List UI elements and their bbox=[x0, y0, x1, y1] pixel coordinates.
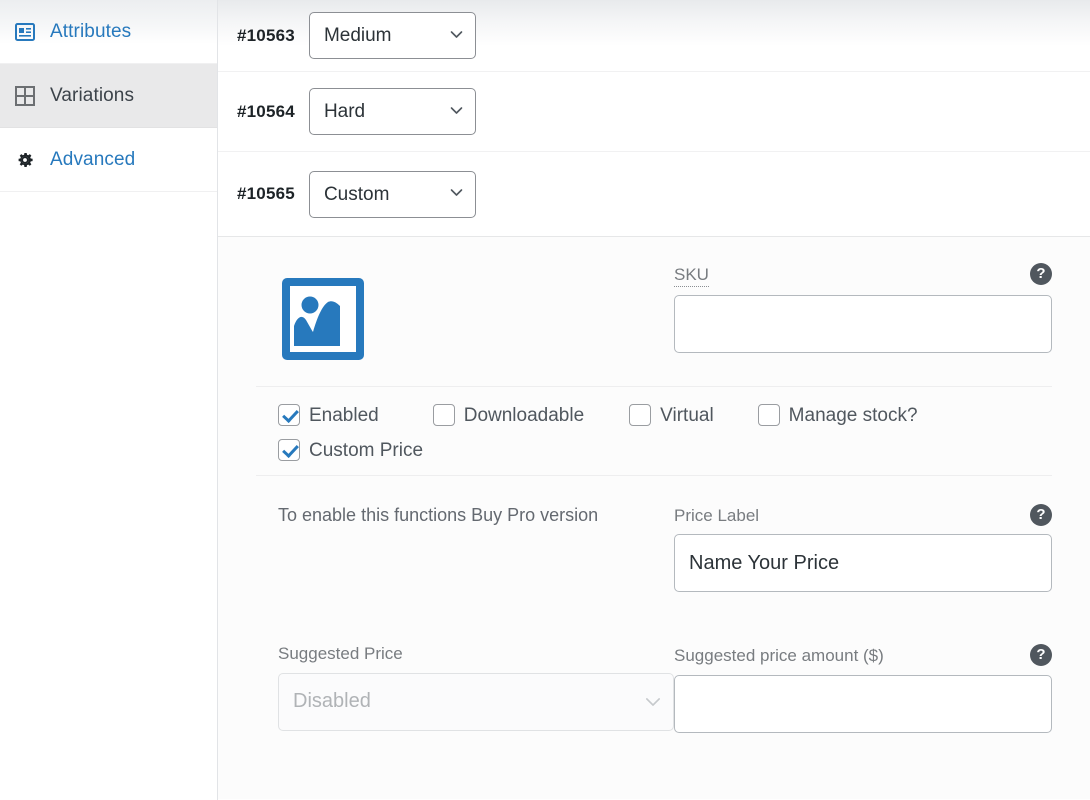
help-icon[interactable]: ? bbox=[1030, 644, 1052, 667]
variation-id: #10564 bbox=[237, 101, 295, 121]
variation-row: #10563 Medium bbox=[218, 0, 1090, 72]
variation-id: #10565 bbox=[237, 184, 295, 203]
checkbox-box bbox=[757, 404, 780, 426]
gear-icon bbox=[14, 149, 36, 171]
suggested-price-row: Suggested Price Disabled ? Suggested pri… bbox=[256, 618, 1052, 733]
checkbox-box bbox=[278, 439, 300, 461]
variation-attribute-select[interactable]: Medium bbox=[308, 12, 476, 59]
product-data-sidebar: Attributes Variations Advanced bbox=[0, 0, 218, 800]
bottom-spacer bbox=[256, 733, 1052, 753]
variation-row: #10565 Custom bbox=[218, 152, 1090, 237]
checkbox-box bbox=[278, 404, 300, 426]
price-label-field-group: ? Price Label bbox=[674, 504, 1052, 593]
checkbox-label: Custom Price bbox=[309, 439, 424, 461]
suggested-price-label: Suggested Price bbox=[278, 644, 403, 664]
variation-image-cell bbox=[256, 263, 674, 364]
sku-field-group: ? SKU bbox=[674, 263, 1052, 354]
price-label-label: Price Label bbox=[674, 506, 760, 525]
price-label-input[interactable] bbox=[674, 534, 1052, 593]
help-icon[interactable]: ? bbox=[1030, 263, 1052, 285]
variation-attribute-select[interactable]: Custom bbox=[308, 170, 476, 218]
checkbox-downloadable[interactable]: Downloadable bbox=[432, 404, 585, 426]
sidebar-item-variations[interactable]: Variations bbox=[0, 64, 217, 128]
suggested-price-value: Disabled bbox=[293, 690, 371, 713]
checkbox-label: Downloadable bbox=[463, 404, 585, 426]
sidebar-item-label: Variations bbox=[50, 85, 135, 106]
checkbox-label: Enabled bbox=[309, 404, 379, 426]
sku-label: SKU bbox=[674, 265, 709, 288]
variation-row: #10564 Hard bbox=[218, 72, 1090, 152]
sidebar-item-attributes[interactable]: Attributes bbox=[0, 0, 217, 64]
chevron-down-icon bbox=[450, 104, 463, 117]
checkbox-virtual[interactable]: Virtual bbox=[629, 404, 714, 426]
checkbox-enabled[interactable]: Enabled bbox=[278, 404, 379, 426]
variation-flags-row-1: Enabled Downloadable Virtual Manage stoc… bbox=[278, 404, 1052, 426]
chevron-down-icon bbox=[645, 694, 661, 707]
pro-notice-price-label-row: To enable this functions Buy Pro version… bbox=[256, 476, 1052, 618]
variation-id: #10563 bbox=[237, 25, 295, 45]
variation-attribute-value: Medium bbox=[323, 26, 392, 45]
variation-detail-panel: ? SKU Enabled Downloadable Virtual Manag… bbox=[218, 237, 1090, 799]
variation-flags: Enabled Downloadable Virtual Manage stoc… bbox=[256, 387, 1052, 476]
checkbox-box bbox=[432, 404, 455, 426]
chevron-down-icon bbox=[450, 28, 463, 41]
sidebar-item-advanced[interactable]: Advanced bbox=[0, 128, 217, 192]
help-icon[interactable]: ? bbox=[1030, 504, 1052, 526]
variation-attribute-value: Hard bbox=[323, 102, 366, 121]
pro-notice-text: To enable this functions Buy Pro version bbox=[278, 505, 599, 525]
variation-flags-row-2: Custom Price bbox=[278, 439, 1052, 461]
checkbox-manage-stock[interactable]: Manage stock? bbox=[757, 404, 918, 426]
sku-input[interactable] bbox=[674, 295, 1052, 354]
variations-panel: #10563 Medium #10564 Hard #10565 Custom … bbox=[218, 0, 1090, 800]
suggested-price-amount-field-group: ? Suggested price amount ($) bbox=[674, 644, 1052, 733]
variation-editor-screen: Attributes Variations Advanced #10563 Me… bbox=[0, 0, 1090, 800]
variation-list: #10563 Medium #10564 Hard #10565 Custom bbox=[218, 0, 1090, 237]
attributes-icon bbox=[14, 21, 36, 43]
checkbox-label: Virtual bbox=[660, 404, 714, 426]
variation-attribute-select[interactable]: Hard bbox=[308, 88, 476, 135]
image-placeholder-icon[interactable] bbox=[278, 274, 368, 364]
checkbox-custom-price[interactable]: Custom Price bbox=[278, 439, 423, 461]
suggested-price-cell: Suggested Price Disabled bbox=[256, 644, 674, 731]
sidebar-item-label: Attributes bbox=[50, 21, 132, 42]
pro-notice-cell: To enable this functions Buy Pro version bbox=[256, 504, 674, 527]
suggested-price-select: Disabled bbox=[278, 672, 674, 731]
chevron-down-icon bbox=[450, 186, 463, 199]
checkbox-label: Manage stock? bbox=[788, 404, 918, 426]
variation-attribute-value: Custom bbox=[323, 184, 390, 204]
checkbox-box bbox=[629, 404, 652, 426]
suggested-price-amount-label: Suggested price amount ($) bbox=[674, 646, 884, 666]
sidebar-item-label: Advanced bbox=[50, 149, 136, 170]
grid-icon bbox=[14, 85, 36, 107]
suggested-price-amount-input[interactable] bbox=[674, 674, 1052, 733]
thumbnail-sku-row: ? SKU bbox=[256, 263, 1052, 387]
